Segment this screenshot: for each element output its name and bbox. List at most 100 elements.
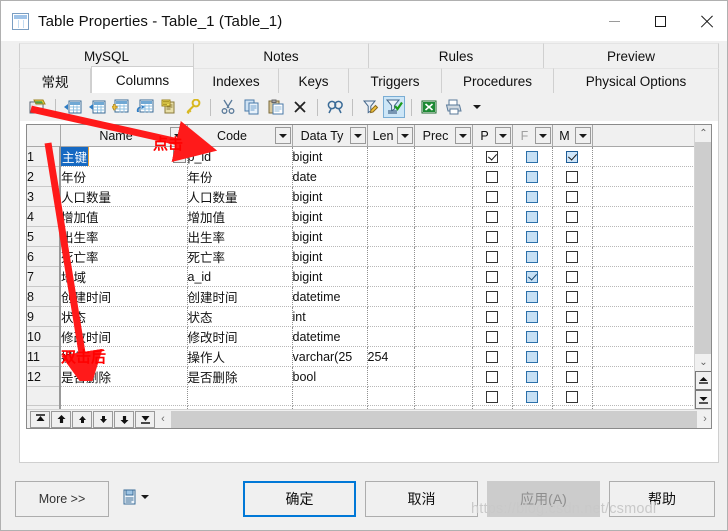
chevron-down-icon[interactable] [466,96,488,118]
table-row-empty[interactable] [27,386,696,406]
cell-foreign[interactable] [512,206,553,227]
row-number[interactable]: 8 [27,286,61,307]
tab-mysql[interactable]: MySQL [19,43,194,68]
grid-vertical-scrollbar[interactable]: ⌃ ⌄ [694,125,711,410]
column-header-f[interactable]: F [512,125,553,147]
table-row[interactable]: 7 地域 a_id bigint [27,266,696,287]
scroll-page-down-button[interactable] [695,390,711,409]
find-icon[interactable] [324,96,346,118]
cell-prec[interactable] [414,326,473,347]
cell-primary[interactable] [472,346,513,367]
cell-code[interactable]: 人口数量 [187,186,293,207]
cell-prec[interactable] [414,386,473,406]
cell-primary[interactable] [472,286,513,307]
row-number[interactable]: 7 [27,266,61,287]
row-number[interactable]: 12 [27,366,61,387]
table-row[interactable]: 10 修改时间 修改时间 datetime [27,326,696,347]
tab-procedures[interactable]: Procedures [442,68,554,93]
cell-datatype[interactable]: datetime [292,286,368,307]
scroll-up-icon[interactable]: ⌃ [695,125,711,142]
cell-code[interactable]: 状态 [187,306,293,327]
row-checkbox[interactable] [486,390,498,403]
cell-datatype[interactable]: bigint [292,186,368,207]
cell-prec[interactable] [414,186,473,207]
refresh-column-icon[interactable] [134,96,156,118]
row-checkbox[interactable] [486,211,498,224]
row-checkbox[interactable] [566,171,578,184]
cell-foreign[interactable] [512,146,553,167]
column-filter-dropdown-icon[interactable] [574,127,591,144]
cell-primary[interactable] [472,386,513,406]
cell-datatype[interactable]: varchar(25 [292,346,368,367]
cell-datatype[interactable] [292,386,368,406]
cell-code[interactable]: 增加值 [187,206,293,227]
row-checkbox[interactable] [486,231,498,244]
cell-prec[interactable] [414,206,473,227]
filter-apply-icon[interactable] [383,96,405,118]
cell-prec[interactable] [414,246,473,267]
table-row[interactable]: 3 人口数量 人口数量 bigint [27,186,696,207]
more-button[interactable]: More >> [15,481,109,517]
column-header-prec[interactable]: Prec [414,125,473,147]
cell-foreign[interactable] [512,326,553,347]
row-checkbox[interactable] [486,251,498,264]
cell-primary[interactable] [472,366,513,387]
table-row[interactable]: 12 是否删除 是否删除 bool [27,366,696,387]
cell-mandatory[interactable] [552,386,593,406]
row-checkbox[interactable] [566,390,578,403]
nav-first-button[interactable] [30,410,50,428]
cell-foreign[interactable] [512,166,553,187]
tab-physical-options[interactable]: Physical Options [554,68,719,93]
table-row[interactable]: 9 状态 状态 int [27,306,696,327]
row-checkbox[interactable] [486,331,498,344]
table-row[interactable]: 5 出生率 出生率 bigint [27,226,696,247]
column-header-code[interactable]: Code [187,125,293,147]
edit-table-icon[interactable] [27,96,49,118]
column-filter-dropdown-icon[interactable] [169,127,186,144]
cell-len[interactable] [367,286,415,307]
cut-icon[interactable] [217,96,239,118]
cell-prec[interactable] [414,346,473,367]
tab-columns[interactable]: Columns [91,66,194,93]
cell-foreign[interactable] [512,286,553,307]
nav-page-up-button[interactable] [51,410,71,428]
cell-name[interactable]: 状态 [60,306,188,327]
cell-name[interactable]: 创建时间 [60,286,188,307]
cell-prec[interactable] [414,166,473,187]
row-checkbox[interactable] [486,191,498,204]
cell-mandatory[interactable] [552,146,593,167]
row-number[interactable]: 6 [27,246,61,267]
cell-datatype[interactable]: datetime [292,326,368,347]
scroll-down-icon[interactable]: ⌄ [695,354,711,371]
cell-prec[interactable] [414,366,473,387]
cell-datatype[interactable]: int [292,306,368,327]
cancel-button[interactable]: 取消 [365,481,478,517]
cell-len[interactable] [367,386,415,406]
cell-mandatory[interactable] [552,286,593,307]
cell-datatype[interactable]: date [292,166,368,187]
cell-mandatory[interactable] [552,266,593,287]
add-column-icon[interactable] [110,96,132,118]
cell-mandatory[interactable] [552,326,593,347]
row-checkbox[interactable] [486,291,498,304]
cell-datatype[interactable]: bigint [292,266,368,287]
cell-mandatory[interactable] [552,246,593,267]
row-checkbox[interactable] [566,351,578,364]
cell-datatype[interactable]: bigint [292,146,368,167]
row-checkbox[interactable] [566,291,578,304]
tab-general[interactable]: 常规 [19,68,91,93]
cell-foreign[interactable] [512,246,553,267]
column-header-len[interactable]: Len [367,125,415,147]
row-checkbox[interactable] [566,251,578,264]
cell-name[interactable]: = 主键 [60,146,188,167]
paste-icon[interactable] [265,96,287,118]
tab-indexes[interactable]: Indexes [194,68,279,93]
cell-primary[interactable] [472,186,513,207]
cell-code[interactable] [187,386,293,406]
cell-primary[interactable] [472,206,513,227]
vscroll-thumb[interactable] [695,142,711,354]
column-filter-dropdown-icon[interactable] [534,127,551,144]
cell-len[interactable] [367,306,415,327]
cell-len[interactable] [367,246,415,267]
column-filter-dropdown-icon[interactable] [349,127,366,144]
